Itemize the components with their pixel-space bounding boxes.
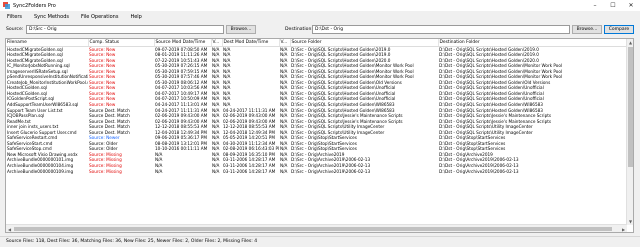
window-title: Sync2Folders Pro — [13, 2, 56, 9]
cell-dest-mod: 03-11-2006 14:28:17 AM — [223, 162, 276, 168]
horizontal-scroll-thumb[interactable] — [14, 227, 612, 231]
compare-button[interactable]: Compare — [604, 25, 634, 34]
minimize-button[interactable]: – — [586, 0, 604, 11]
source-path-input[interactable]: D:\Src - Orig — [26, 25, 224, 34]
destination-path-input[interactable]: D:\Dst - Orig — [312, 25, 570, 34]
path-bar: Source: D:\Src - Orig Browse... Destinat… — [0, 25, 640, 35]
header-source-mod[interactable]: Source Mod Date/Time — [154, 39, 212, 47]
header-filename[interactable]: Filename — [6, 39, 89, 47]
menu-sync-methods[interactable]: Sync Methods — [34, 14, 69, 20]
grid-body: HostedCMigrateGolden.sql Source: New 09-07… — [6, 46, 627, 174]
vertical-scrollbar[interactable]: ▲ ▼ — [626, 39, 633, 225]
table-row[interactable]: IC_MonitorJobsNotRunning.sql Source: New 0… — [6, 63, 627, 69]
cell-destination-folder: D:\Dst - Orig\Archive2019\2006-02-13 — [439, 168, 519, 174]
cell-source-version: N/A — [212, 168, 220, 174]
header-source-v[interactable]: V... — [211, 39, 223, 47]
cell-filename: pSendUnresponsiveInstitutionNotification… — [7, 74, 88, 80]
source-browse-button[interactable]: Browse... — [226, 25, 256, 34]
menu-bar: Filters Sync Methods File Operations Hel… — [0, 13, 147, 21]
menu-filters[interactable]: Filters — [7, 14, 22, 20]
header-comp-status[interactable]: Comp. Status — [88, 39, 155, 47]
cell-source-mod: 05-30-2019 07:26:15 AM — [155, 63, 208, 69]
comparison-grid[interactable]: Filename Comp. Status Source Mod Date/Time… — [5, 38, 634, 233]
cell-source-mod: 08-01-2019 11:11:26 AM — [155, 52, 208, 58]
table-row[interactable]: pSendUnresponsiveInstitutionNotification… — [6, 74, 627, 80]
header-dest-mod[interactable]: Dest Mod Date/Time — [222, 39, 280, 47]
menu-help[interactable]: Help — [130, 14, 141, 20]
cell-source-mod: 04-24-2017 11:13:01 AM — [155, 101, 208, 107]
header-destination-folder[interactable]: Destination Folder — [438, 39, 628, 47]
destination-browse-button[interactable]: Browse... — [572, 25, 602, 34]
table-row[interactable]: AddSupportTeamUserWI86583.sql Source: New… — [6, 102, 627, 108]
header-source-folder[interactable]: Source Folder — [290, 39, 439, 47]
table-row[interactable]: ArchiveBundle0000000109.img Source: Missi… — [6, 169, 627, 175]
cell-source-folder: D:\Src - Orig\Archive2019\2006-02-13 — [291, 168, 371, 174]
scroll-up-icon[interactable]: ▲ — [627, 39, 633, 46]
app-icon — [3, 2, 10, 9]
cell-source-mod: N/A — [155, 168, 163, 174]
close-button[interactable]: ✕ — [622, 0, 640, 11]
menu-file-operations[interactable]: File Operations — [81, 14, 118, 20]
table-row[interactable]: HostedCMigrateGolden.sql Source: New 08-01… — [6, 52, 627, 58]
cell-source-mod: 10-10-2016 00:11:11 AM — [155, 146, 208, 152]
scroll-left-icon[interactable]: ◀ — [6, 225, 13, 232]
destination-label: Destination: — [285, 27, 313, 32]
cell-comp-status: Source: Missing — [89, 168, 122, 174]
cell-dest-mod: 03-11-2006 14:28:17 AM — [223, 168, 276, 174]
title-bar: Sync2Folders Pro – ☐ ✕ — [0, 0, 640, 11]
vertical-scroll-thumb[interactable] — [628, 47, 633, 167]
status-bar: Source Files: 118, Dest Files: 36, Match… — [0, 236, 640, 247]
cell-filename: AddSupportTeamUserWI86583.sql — [7, 101, 79, 107]
table-row[interactable]: ICJOBPassPlan.sql Source Dest. Match 02-06… — [6, 113, 627, 119]
cell-source-mod: 02-06-2019 09:43:00 AM — [155, 113, 208, 119]
cell-source-mod: 05-30-2019 07:57:46 AM — [155, 74, 208, 80]
cell-source-mod: 09-06-2019 05:36:17 PM — [155, 135, 207, 141]
horizontal-scrollbar[interactable]: ◀ ▶ — [6, 224, 627, 232]
cell-dest-mod: 12-12-2018 08:55:53 AM — [223, 124, 276, 130]
source-label: Source: — [6, 27, 24, 32]
comparison-table: Filename Comp. Status Source Mod Date/Time… — [6, 39, 628, 174]
scroll-right-icon[interactable]: ▶ — [620, 225, 627, 232]
cell-dest-mod: 05-05-2019 14:20:51 PM — [223, 135, 275, 141]
cell-dest-version: N/A — [280, 168, 288, 174]
cell-source-mod: 12-12-2018 08:55:53 AM — [155, 124, 208, 130]
cell-dest-mod: 02-06-2019 09:43:00 AM — [223, 113, 276, 119]
window-controls: – ☐ ✕ — [586, 0, 640, 11]
header-dest-v[interactable]: V... — [279, 39, 291, 47]
maximize-button[interactable]: ☐ — [604, 0, 622, 11]
header-row: Filename Comp. Status Source Mod Date/Time… — [6, 39, 628, 47]
cell-filename: ArchiveBundle0000000109.img — [7, 168, 74, 174]
scroll-down-icon[interactable]: ▼ — [627, 218, 633, 225]
